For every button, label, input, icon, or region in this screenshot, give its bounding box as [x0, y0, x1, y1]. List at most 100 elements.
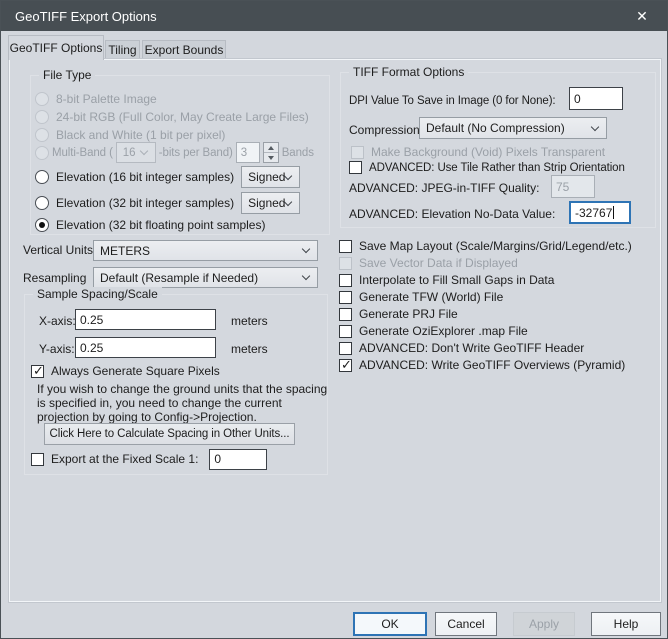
- jpeg-quality-label: ADVANCED: JPEG-in-TIFF Quality:: [349, 181, 539, 195]
- window-title: GeoTIFF Export Options: [15, 9, 157, 24]
- apply-button: Apply: [513, 612, 575, 636]
- compression-label: Compression:: [349, 123, 423, 137]
- calculate-spacing-button[interactable]: Click Here to Calculate Spacing in Other…: [44, 423, 295, 445]
- checkbox-label: Export at the Fixed Scale 1:: [51, 452, 198, 466]
- save-options-list: Save Map Layout (Scale/Margins/Grid/Lege…: [339, 239, 632, 372]
- x-axis-input[interactable]: 0.25: [75, 309, 216, 330]
- radio-row-24bit-rgb: 24-bit RGB (Full Color, May Create Large…: [35, 110, 309, 124]
- signed-select-16[interactable]: Signed: [241, 166, 300, 188]
- radio-elevation-32-float[interactable]: [35, 218, 49, 232]
- generate-prj-checkbox[interactable]: [339, 308, 352, 321]
- save-vector-data-checkbox: [339, 257, 352, 270]
- tile-orientation-checkbox-row: ADVANCED: Use Tile Rather than Strip Ori…: [349, 161, 625, 174]
- write-overviews-checkbox[interactable]: [339, 359, 352, 372]
- signed-value: Signed: [248, 196, 285, 210]
- y-axis-input[interactable]: 0.25: [75, 337, 216, 358]
- fixed-scale-input[interactable]: 0: [209, 449, 267, 470]
- generate-prj-row: Generate PRJ File: [339, 307, 632, 321]
- generate-tfw-checkbox[interactable]: [339, 291, 352, 304]
- bands-label: Bands: [282, 147, 314, 159]
- close-button[interactable]: ✕: [631, 8, 653, 25]
- tiff-format-options-group: TIFF Format Options DPI Value To Save in…: [340, 72, 656, 228]
- checkbox-label: Generate TFW (World) File: [359, 290, 503, 304]
- resampling-select[interactable]: Default (Resample if Needed): [93, 267, 318, 288]
- nodata-input[interactable]: -32767: [569, 201, 631, 224]
- checkbox-label: ADVANCED: Use Tile Rather than Strip Ori…: [369, 162, 625, 174]
- tab-geotiff-options[interactable]: GeoTIFF Options: [8, 35, 104, 60]
- tab-tiling[interactable]: Tiling: [105, 40, 140, 59]
- spin-down-button: [264, 152, 278, 162]
- checkbox-label: ADVANCED: Don't Write GeoTIFF Header: [359, 341, 584, 355]
- checkbox-label: Generate PRJ File: [359, 307, 458, 321]
- vertical-units-value: METERS: [100, 244, 150, 258]
- write-overviews-row: ADVANCED: Write GeoTIFF Overviews (Pyram…: [339, 358, 632, 372]
- compression-value: Default (No Compression): [426, 121, 565, 135]
- interpolate-gaps-checkbox[interactable]: [339, 274, 352, 287]
- nodata-label: ADVANCED: Elevation No-Data Value:: [349, 207, 555, 221]
- nodata-value: -32767: [575, 206, 612, 220]
- fixed-scale-row: Export at the Fixed Scale 1: 0: [31, 448, 267, 470]
- transparent-checkbox: [351, 146, 364, 159]
- bits-suffix-label: -bits per Band): [159, 147, 233, 159]
- cancel-button[interactable]: Cancel: [435, 612, 497, 636]
- radio-row-multi-band: Multi-Band ( 16 -bits per Band) 3 Bands: [35, 142, 314, 163]
- transparent-checkbox-row: Make Background (Void) Pixels Transparen…: [351, 145, 605, 159]
- radio-row-black-white: Black and White (1 bit per pixel): [35, 128, 225, 142]
- resampling-label: Resampling: [23, 271, 86, 285]
- chevron-down-icon: [302, 245, 310, 253]
- radio-row-elevation-16: Elevation (16 bit integer samples) Signe…: [35, 166, 291, 188]
- sample-spacing-group: Sample Spacing/Scale X-axis: 0.25 meters…: [24, 294, 328, 475]
- dpi-input[interactable]: 0: [569, 87, 623, 110]
- radio-elevation-16[interactable]: [35, 170, 49, 184]
- checkbox-label: Always Generate Square Pixels: [51, 364, 220, 378]
- radio-elevation-32[interactable]: [35, 196, 49, 210]
- chevron-down-icon: [284, 171, 292, 179]
- y-axis-unit: meters: [231, 342, 268, 356]
- bands-stepper: [263, 142, 279, 163]
- projection-note: If you wish to change the ground units t…: [37, 382, 331, 424]
- generate-oziexplorer-row: Generate OziExplorer .map File: [339, 324, 632, 338]
- chevron-down-icon: [284, 197, 292, 205]
- save-map-layout-checkbox[interactable]: [339, 240, 352, 253]
- group-title: TIFF Format Options: [349, 65, 468, 79]
- jpeg-quality-input: 75: [551, 175, 595, 198]
- ok-button[interactable]: OK: [353, 612, 427, 636]
- tab-export-bounds[interactable]: Export Bounds: [142, 40, 226, 59]
- checkbox-label: Make Background (Void) Pixels Transparen…: [371, 145, 605, 159]
- dpi-label: DPI Value To Save in Image (0 for None):: [349, 94, 556, 108]
- dont-write-header-row: ADVANCED: Don't Write GeoTIFF Header: [339, 341, 632, 355]
- chevron-down-icon: [302, 272, 310, 280]
- titlebar[interactable]: GeoTIFF Export Options ✕: [1, 1, 667, 31]
- radio-label: Multi-Band (: [52, 147, 113, 159]
- close-icon: ✕: [636, 8, 648, 24]
- group-title: Sample Spacing/Scale: [33, 287, 162, 301]
- radio-multi-band: [35, 146, 49, 160]
- vertical-units-select[interactable]: METERS: [93, 240, 318, 261]
- chevron-down-icon: [591, 122, 599, 130]
- generate-oziexplorer-checkbox[interactable]: [339, 325, 352, 338]
- radio-row-elevation-32-float: Elevation (32 bit floating point samples…: [35, 218, 265, 232]
- interpolate-gaps-row: Interpolate to Fill Small Gaps in Data: [339, 273, 632, 287]
- square-pixels-checkbox[interactable]: [31, 365, 44, 378]
- radio-label: Elevation (32 bit floating point samples…: [56, 218, 265, 232]
- radio-24bit-rgb: [35, 110, 49, 124]
- checkbox-label: Generate OziExplorer .map File: [359, 324, 528, 338]
- checkbox-label: Save Vector Data if Displayed: [359, 256, 518, 270]
- radio-row-8bit-palette: 8-bit Palette Image: [35, 92, 157, 106]
- fixed-scale-checkbox[interactable]: [31, 453, 44, 466]
- dont-write-header-checkbox[interactable]: [339, 342, 352, 355]
- y-axis-label: Y-axis:: [39, 342, 75, 356]
- group-title: File Type: [39, 68, 95, 82]
- signed-value: Signed: [248, 170, 285, 184]
- help-button[interactable]: Help: [591, 612, 661, 636]
- radio-label: 8-bit Palette Image: [56, 92, 157, 106]
- chevron-down-icon: [140, 147, 148, 155]
- resampling-value: Default (Resample if Needed): [100, 271, 258, 285]
- checkbox-label: Interpolate to Fill Small Gaps in Data: [359, 273, 554, 287]
- radio-label: 24-bit RGB (Full Color, May Create Large…: [56, 110, 309, 124]
- signed-select-32[interactable]: Signed: [241, 192, 300, 214]
- radio-label: Elevation (16 bit integer samples): [56, 170, 234, 184]
- checkbox-label: Save Map Layout (Scale/Margins/Grid/Lege…: [359, 239, 632, 253]
- compression-select[interactable]: Default (No Compression): [419, 117, 607, 139]
- tile-orientation-checkbox[interactable]: [349, 161, 362, 174]
